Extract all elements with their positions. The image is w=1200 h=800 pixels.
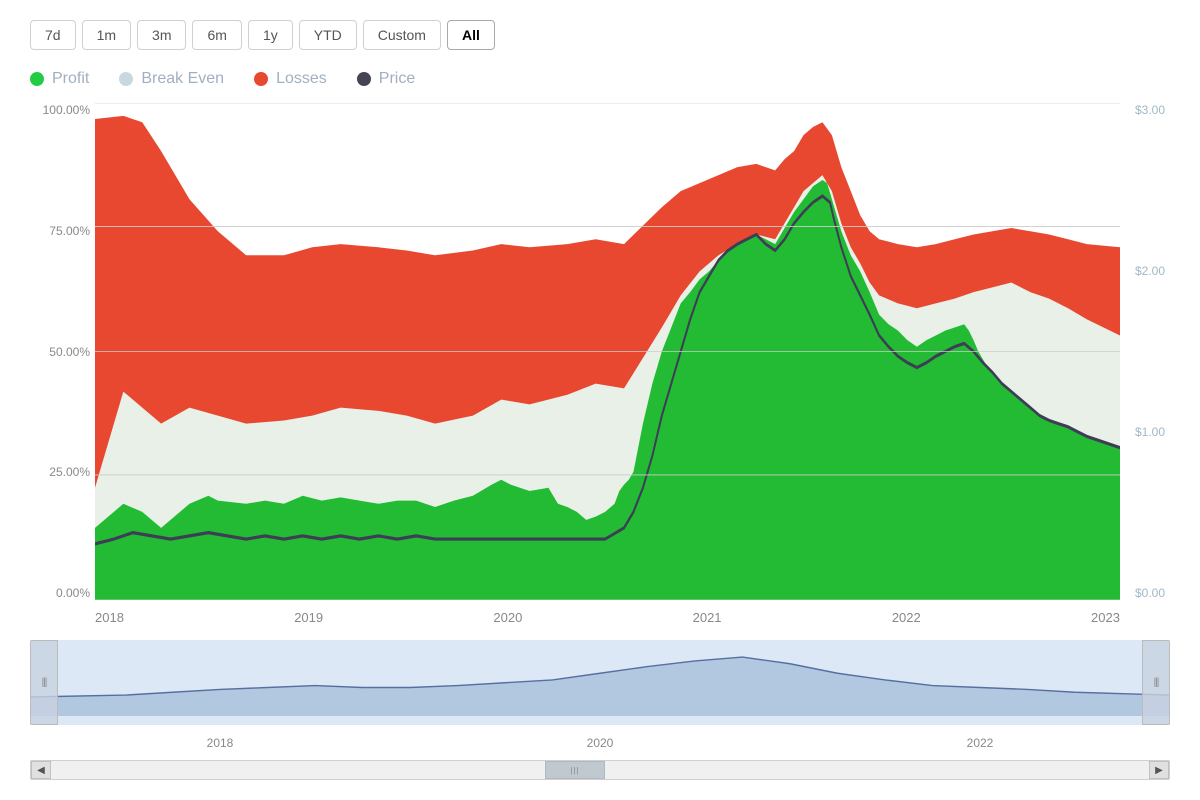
y-left-75: 75.00%	[30, 224, 95, 238]
legend-profit: Profit	[30, 70, 89, 88]
btn-1m[interactable]: 1m	[82, 20, 131, 50]
btn-1y[interactable]: 1y	[248, 20, 293, 50]
btn-all[interactable]: All	[447, 20, 495, 50]
btn-ytd[interactable]: YTD	[299, 20, 357, 50]
btn-3m[interactable]: 3m	[137, 20, 186, 50]
nav-x-2018: 2018	[207, 736, 234, 750]
price-label: Price	[379, 70, 415, 88]
breakeven-dot	[119, 72, 133, 86]
scroll-thumb[interactable]: |||	[545, 761, 605, 779]
main-chart: 100.00% 75.00% 50.00% 25.00% 0.00% $3.00…	[30, 103, 1170, 630]
nav-x-2020: 2020	[587, 736, 614, 750]
y-axis-right: $3.00 $2.00 $1.00 $0.00	[1120, 103, 1170, 600]
y-right-0: $0.00	[1120, 586, 1170, 600]
time-range-buttons: 7d 1m 3m 6m 1y YTD Custom All	[30, 20, 1170, 50]
legend-price: Price	[357, 70, 415, 88]
y-right-3: $3.00	[1120, 103, 1170, 117]
y-left-0: 0.00%	[30, 586, 95, 600]
chart-legend: Profit Break Even Losses Price	[30, 70, 1170, 88]
y-left-50: 50.00%	[30, 345, 95, 359]
x-axis: 2018 2019 2020 2021 2022 2023	[95, 605, 1120, 630]
x-label-2018: 2018	[95, 610, 124, 625]
navigator-left-handle[interactable]: |||	[30, 640, 58, 725]
scroll-right-arrow[interactable]: ▶	[1149, 761, 1169, 779]
x-label-2019: 2019	[294, 610, 323, 625]
breakeven-label: Break Even	[141, 70, 224, 88]
legend-breakeven: Break Even	[119, 70, 224, 88]
x-label-2021: 2021	[693, 610, 722, 625]
chart-svg-container	[95, 103, 1120, 600]
main-container: 7d 1m 3m 6m 1y YTD Custom All Profit Bre…	[0, 0, 1200, 800]
scroll-thumb-icon: |||	[570, 766, 579, 775]
x-label-2020: 2020	[493, 610, 522, 625]
btn-custom[interactable]: Custom	[363, 20, 441, 50]
y-left-25: 25.00%	[30, 465, 95, 479]
navigator-right-handle[interactable]: |||	[1142, 640, 1170, 725]
navigator-handles: ||| |||	[30, 640, 1170, 725]
profit-label: Profit	[52, 70, 89, 88]
btn-7d[interactable]: 7d	[30, 20, 76, 50]
scroll-left-arrow[interactable]: ◀	[31, 761, 51, 779]
losses-label: Losses	[276, 70, 327, 88]
x-label-2023: 2023	[1091, 610, 1120, 625]
legend-losses: Losses	[254, 70, 327, 88]
y-left-100: 100.00%	[30, 103, 95, 117]
nav-x-2022: 2022	[967, 736, 994, 750]
profit-dot	[30, 72, 44, 86]
navigator-x-axis: 2018 2020 2022	[30, 736, 1170, 750]
y-right-2: $2.00	[1120, 264, 1170, 278]
main-chart-svg	[95, 103, 1120, 600]
x-label-2022: 2022	[892, 610, 921, 625]
left-handle-icon: |||	[42, 677, 47, 688]
scroll-track[interactable]: |||	[51, 761, 1149, 779]
y-axis-left: 100.00% 75.00% 50.00% 25.00% 0.00%	[30, 103, 95, 600]
y-right-1: $1.00	[1120, 425, 1170, 439]
price-dot	[357, 72, 371, 86]
navigator[interactable]: ||| ||| 2018 2020 2022	[30, 640, 1170, 760]
btn-6m[interactable]: 6m	[192, 20, 241, 50]
scrollbar[interactable]: ◀ ||| ▶	[30, 760, 1170, 780]
losses-dot	[254, 72, 268, 86]
chart-wrapper: 100.00% 75.00% 50.00% 25.00% 0.00% $3.00…	[30, 103, 1170, 780]
right-handle-icon: |||	[1154, 677, 1159, 688]
